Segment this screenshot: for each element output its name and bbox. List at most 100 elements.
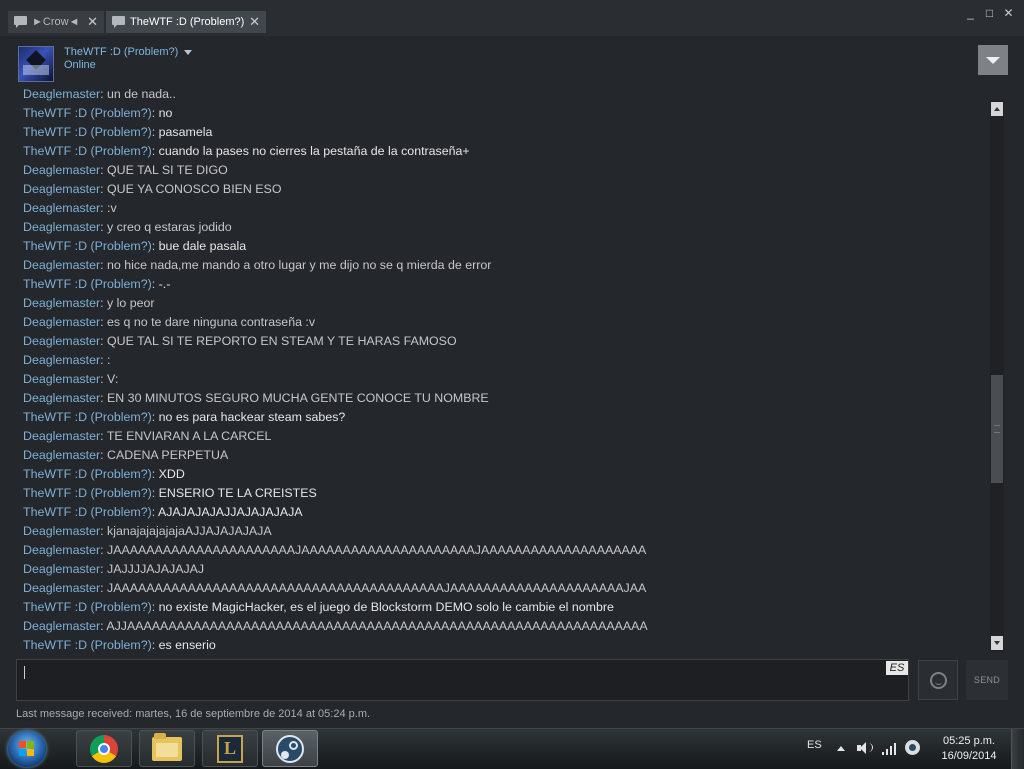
avatar[interactable] bbox=[18, 46, 54, 82]
tab-crow[interactable]: ►Crow◄ ✕ bbox=[8, 11, 104, 33]
message-sender[interactable]: TheWTF :D (Problem?) bbox=[23, 144, 152, 158]
message-text: TE ENVIARAN A LA CARCEL bbox=[106, 429, 272, 443]
message-text: V: bbox=[107, 372, 119, 386]
chat-message: Deaglemaster: y lo peor bbox=[23, 295, 155, 311]
message-text: no hice nada,me mando a otro lugar y me … bbox=[107, 258, 492, 272]
message-sender[interactable]: TheWTF :D (Problem?) bbox=[23, 467, 152, 481]
sender-separator: : bbox=[100, 562, 108, 576]
chat-message: TheWTF :D (Problem?): XDD bbox=[23, 466, 185, 482]
message-sender[interactable]: TheWTF :D (Problem?) bbox=[23, 486, 152, 500]
message-sender[interactable]: Deaglemaster bbox=[23, 524, 100, 538]
taskbar-steam[interactable] bbox=[262, 730, 318, 767]
show-desktop-button[interactable] bbox=[1011, 729, 1024, 769]
message-text: QUE TAL SI TE DIGO bbox=[107, 163, 228, 177]
message-sender[interactable]: Deaglemaster bbox=[23, 334, 100, 348]
scroll-down-button[interactable] bbox=[991, 636, 1003, 650]
message-scrollbar[interactable] bbox=[990, 100, 1004, 652]
message-sender[interactable]: Deaglemaster bbox=[23, 201, 100, 215]
message-sender[interactable]: TheWTF :D (Problem?) bbox=[23, 638, 152, 652]
minimize-button[interactable]: _ bbox=[963, 6, 978, 20]
chat-message: Deaglemaster: es q no te dare ninguna co… bbox=[23, 314, 315, 330]
chat-message: TheWTF :D (Problem?): AJAJAJAJAJJAJAJAJA… bbox=[23, 504, 303, 520]
start-button[interactable] bbox=[8, 731, 46, 767]
message-sender[interactable]: Deaglemaster bbox=[23, 391, 100, 405]
close-tab-icon[interactable]: ✕ bbox=[249, 14, 260, 30]
windows-logo-icon bbox=[19, 741, 35, 757]
network-icon[interactable] bbox=[882, 741, 898, 755]
message-sender[interactable]: Deaglemaster bbox=[23, 220, 100, 234]
steam-tray-icon[interactable] bbox=[905, 740, 920, 755]
taskbar-chrome[interactable] bbox=[76, 730, 132, 767]
message-sender[interactable]: Deaglemaster bbox=[23, 163, 100, 177]
message-sender[interactable]: Deaglemaster bbox=[23, 296, 100, 310]
close-tab-icon[interactable]: ✕ bbox=[87, 14, 98, 30]
send-button[interactable]: SEND bbox=[966, 660, 1008, 700]
taskbar-explorer[interactable] bbox=[139, 730, 195, 767]
chevron-down-icon[interactable] bbox=[184, 49, 193, 55]
sender-separator: : bbox=[151, 486, 159, 500]
message-sender[interactable]: Deaglemaster bbox=[23, 372, 100, 386]
message-text: JAAAAAAAAAAAAAAAAAAAAAAJAAAAAAAAAAAAAAAA… bbox=[107, 543, 647, 557]
steam-icon bbox=[276, 734, 304, 763]
input-language-indicator[interactable]: ES bbox=[886, 661, 908, 675]
message-sender[interactable]: Deaglemaster bbox=[23, 581, 100, 595]
taskbar-league-of-legends[interactable]: L bbox=[202, 730, 258, 767]
system-clock[interactable]: 05:25 p.m. 16/09/2014 bbox=[936, 734, 1002, 764]
message-sender[interactable]: Deaglemaster bbox=[23, 315, 100, 329]
message-sender[interactable]: TheWTF :D (Problem?) bbox=[23, 505, 152, 519]
message-sender[interactable]: Deaglemaster bbox=[23, 258, 100, 272]
keyboard-language[interactable]: ES bbox=[807, 739, 822, 751]
message-sender[interactable]: TheWTF :D (Problem?) bbox=[23, 125, 152, 139]
sender-separator: : bbox=[151, 410, 159, 424]
sender-separator: : bbox=[100, 581, 108, 595]
chat-message: TheWTF :D (Problem?): cuando la pases no… bbox=[23, 143, 470, 159]
message-text: : bbox=[107, 353, 111, 367]
message-text: ENSERIO TE LA CREISTES bbox=[158, 486, 317, 500]
tab-label: TheWTF :D (Problem?) bbox=[130, 16, 245, 28]
message-sender[interactable]: Deaglemaster bbox=[23, 448, 100, 462]
message-sender[interactable]: TheWTF :D (Problem?) bbox=[23, 600, 152, 614]
title-bar: ►Crow◄ ✕ TheWTF :D (Problem?) ✕ _ □ ✕ bbox=[0, 0, 1024, 36]
chat-message: Deaglemaster: :v bbox=[23, 200, 117, 216]
message-sender[interactable]: TheWTF :D (Problem?) bbox=[23, 277, 152, 291]
scrollbar-thumb[interactable] bbox=[991, 375, 1003, 483]
clock-time: 05:25 p.m. bbox=[943, 735, 995, 747]
sender-separator: : bbox=[151, 125, 159, 139]
chat-message: Deaglemaster: kjanajajajajajaAJJAJAJAJAJ… bbox=[23, 523, 272, 539]
message-sender[interactable]: Deaglemaster bbox=[23, 543, 100, 557]
chat-message: TheWTF :D (Problem?): bue dale pasala bbox=[23, 238, 246, 254]
sender-separator: : bbox=[151, 638, 159, 652]
message-text: no es para hackear steam sabes? bbox=[158, 410, 346, 424]
maximize-button[interactable]: □ bbox=[982, 6, 997, 20]
message-sender[interactable]: TheWTF :D (Problem?) bbox=[23, 410, 152, 424]
sender-separator: : bbox=[100, 315, 108, 329]
chat-message: Deaglemaster: V: bbox=[23, 371, 118, 387]
message-sender[interactable]: Deaglemaster bbox=[23, 562, 100, 576]
message-text: no existe MagicHacker, es el juego de Bl… bbox=[158, 600, 614, 614]
message-sender[interactable]: Deaglemaster bbox=[23, 619, 100, 633]
chat-message: Deaglemaster: un de nada.. bbox=[23, 88, 176, 102]
sender-separator: : bbox=[100, 372, 108, 386]
message-sender[interactable]: Deaglemaster bbox=[23, 182, 100, 196]
message-text: CADENA PERPETUA bbox=[107, 448, 229, 462]
message-sender[interactable]: Deaglemaster bbox=[23, 429, 100, 443]
chat-message: Deaglemaster: : bbox=[23, 352, 110, 368]
message-sender[interactable]: Deaglemaster bbox=[23, 353, 100, 367]
chat-options-button[interactable] bbox=[978, 45, 1008, 75]
message-sender[interactable]: TheWTF :D (Problem?) bbox=[23, 106, 152, 120]
show-hidden-icons-icon[interactable] bbox=[837, 746, 845, 751]
message-sender[interactable]: TheWTF :D (Problem?) bbox=[23, 239, 152, 253]
message-sender[interactable]: Deaglemaster bbox=[23, 88, 100, 101]
chat-message: Deaglemaster: CADENA PERPETUA bbox=[23, 447, 228, 463]
close-window-button[interactable]: ✕ bbox=[1001, 6, 1016, 20]
message-text: :v bbox=[107, 201, 117, 215]
emoticon-button[interactable] bbox=[918, 660, 958, 700]
sender-separator: : bbox=[100, 448, 108, 462]
friend-name[interactable]: TheWTF :D (Problem?) bbox=[64, 46, 193, 58]
sender-separator: : bbox=[100, 296, 108, 310]
tab-thewtf[interactable]: TheWTF :D (Problem?) ✕ bbox=[106, 11, 266, 33]
chat-message: TheWTF :D (Problem?): no existe MagicHac… bbox=[23, 599, 614, 615]
message-input[interactable] bbox=[16, 659, 909, 701]
volume-icon[interactable] bbox=[857, 741, 873, 755]
scroll-up-button[interactable] bbox=[991, 102, 1003, 116]
